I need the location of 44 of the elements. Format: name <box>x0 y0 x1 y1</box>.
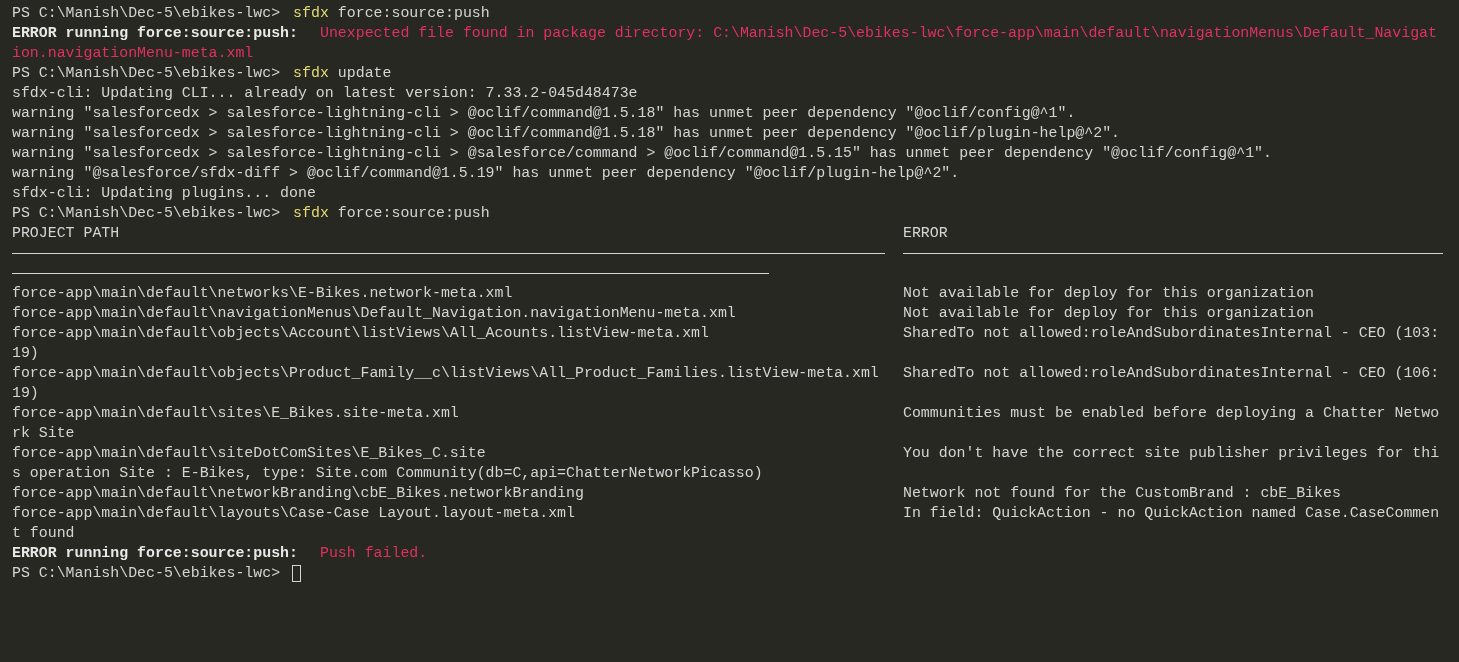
prompt-text: PS C:\Manish\Dec-5\ebikes-lwc> <box>12 4 281 23</box>
command-args: force:source:push <box>337 204 490 223</box>
prompt-text: PS C:\Manish\Dec-5\ebikes-lwc> <box>12 564 281 583</box>
wrapped-text: s operation Site : E-Bikes, type: Site.com Community(db=C,api=ChatterNetworkPicasso) <box>12 465 763 481</box>
prompt-text: PS C:\Manish\Dec-5\ebikes-lwc> <box>12 64 281 83</box>
column-header: ERROR <box>903 225 948 241</box>
file-path: force-app\main\default\siteDotComSites\E_Bikes_C.site <box>12 445 486 461</box>
error-message: Not available for deploy for this organization <box>903 305 1315 321</box>
error-message: SharedTo not allowed:roleAndSubordinatesInternal - CEO (106: <box>903 365 1440 381</box>
output-text: sfdx-cli: Updating plugins... done <box>12 185 316 201</box>
error-message: Unexpected file found in package directory: C:\Manish\Dec-5\ebikes-lwc\force-app\main\default\navigationMenus\Default_Navigat <box>319 24 1437 43</box>
error-message: Network not found for the CustomBrand : cbE_Bikes <box>903 485 1341 501</box>
output-text: warning "salesforcedx > salesforce-lightning-cli > @salesforce/command > @oclif/command@1.5.15" has unmet peer dependency "@oclif/config@^1". <box>12 145 1272 161</box>
output-text: warning "salesforcedx > salesforce-lightning-cli > @oclif/command@1.5.18" has unmet peer dependency "@oclif/plugin-help@^2". <box>12 125 1121 141</box>
prompt-text: PS C:\Manish\Dec-5\ebikes-lwc> <box>12 204 281 223</box>
command-name: sfdx <box>293 4 329 23</box>
error-message: Push failed. <box>319 544 428 563</box>
wrapped-text: 19) <box>12 385 39 401</box>
error-message: Not available for deploy for this organization <box>903 285 1315 301</box>
file-path: force-app\main\default\navigationMenus\Default_Navigation.navigationMenu-meta.xml <box>12 305 736 321</box>
error-message: In field: QuickAction - no QuickAction named Case.CaseCommen <box>903 505 1440 521</box>
command-name: sfdx <box>293 204 329 223</box>
error-label: ERROR running force:source:push: <box>12 24 298 43</box>
command-args: update <box>337 64 392 83</box>
command-args: force:source:push <box>337 4 490 23</box>
wrapped-text: rk Site <box>12 425 75 441</box>
file-path: force-app\main\default\networkBranding\cbE_Bikes.networkBranding <box>12 485 584 501</box>
output-text: warning "@salesforce/sfdx-diff > @oclif/command@1.5.19" has unmet peer dependency "@oclif/plugin-help@^2". <box>12 165 960 181</box>
error-label: ERROR running force:source:push: <box>12 544 298 563</box>
error-message: You don't have the correct site publisher privileges for thi <box>903 445 1440 461</box>
output-text: warning "salesforcedx > salesforce-lightning-cli > @oclif/command@1.5.18" has unmet peer dependency "@oclif/config@^1". <box>12 105 1076 121</box>
command-name: sfdx <box>293 64 329 83</box>
file-path: force-app\main\default\networks\E-Bikes.network-meta.xml <box>12 285 513 301</box>
file-path: force-app\main\default\sites\E_Bikes.site-meta.xml <box>12 405 459 421</box>
file-path: force-app\main\default\layouts\Case-Case Layout.layout-meta.xml <box>12 505 575 521</box>
error-message: SharedTo not allowed:roleAndSubordinatesInternal - CEO (103: <box>903 325 1440 341</box>
file-path: force-app\main\default\objects\Product_Family__c\listViews\All_Product_Families.listView-meta.xml <box>12 365 879 381</box>
wrapped-text: t found <box>12 525 75 541</box>
error-message: ion.navigationMenu-meta.xml <box>12 45 254 61</box>
file-path: force-app\main\default\objects\Account\listViews\All_Acounts.listView-meta.xml <box>12 325 709 341</box>
error-message: Communities must be enabled before deploying a Chatter Netwo <box>903 405 1440 421</box>
output-text: sfdx-cli: Updating CLI... already on latest version: 7.33.2-045d48473e <box>12 85 638 101</box>
wrapped-text: 19) <box>12 345 39 361</box>
column-header: PROJECT PATH <box>12 225 120 241</box>
